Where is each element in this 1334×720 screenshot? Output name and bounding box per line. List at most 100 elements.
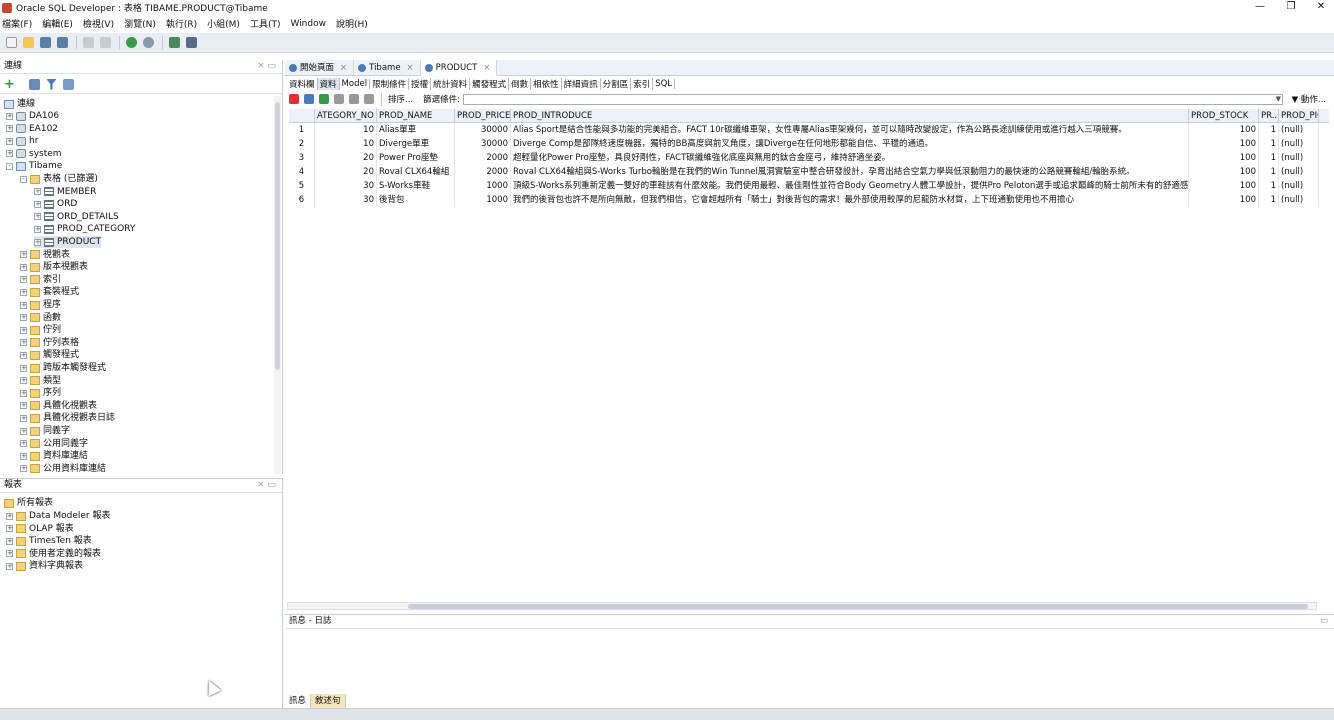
table-cell[interactable]: 100 xyxy=(1189,165,1259,179)
connections-scrollbar[interactable] xyxy=(274,96,281,474)
column-header[interactable]: PROD_STOCK xyxy=(1189,109,1259,123)
panel-close-icon[interactable]: × ▭ xyxy=(257,60,276,73)
collapse-icon[interactable]: - xyxy=(6,162,13,170)
table-cell[interactable]: 3 xyxy=(289,151,315,165)
expand-icon[interactable]: + xyxy=(20,465,27,473)
close-tab-icon[interactable]: × xyxy=(340,60,347,76)
table-cell[interactable]: 2000 xyxy=(455,151,511,165)
table-cell[interactable]: 2000 xyxy=(455,165,511,179)
expand-icon[interactable]: + xyxy=(6,150,13,158)
table-row[interactable]: 2 10 Diverge單車 30000 Diverge Comp是部隊終速度機器，獨特… xyxy=(289,137,1329,151)
expand-icon[interactable]: + xyxy=(20,402,27,410)
table-cell[interactable]: (null) xyxy=(1279,165,1319,179)
tree-item[interactable]: + 索引 xyxy=(20,274,61,286)
table-cell[interactable]: 10 xyxy=(315,123,377,137)
undo-icon[interactable] xyxy=(83,37,94,48)
report-item[interactable]: + TimesTen 報表 xyxy=(6,535,92,547)
expand-icon[interactable]: + xyxy=(6,562,13,570)
table-cell[interactable]: 30 xyxy=(315,193,377,207)
tree-item[interactable]: + DA106 xyxy=(6,110,59,122)
table-cell[interactable]: 100 xyxy=(1189,137,1259,151)
table-cell[interactable]: 100 xyxy=(1189,151,1259,165)
table-cell[interactable]: 1 xyxy=(1259,137,1279,151)
expand-icon[interactable]: + xyxy=(20,351,27,359)
close-button[interactable]: ✕ xyxy=(1306,0,1334,15)
table-cell[interactable]: 1000 xyxy=(455,179,511,193)
subtab[interactable]: 詳細資訊 xyxy=(562,77,601,90)
subtab[interactable]: 資料欄 xyxy=(287,77,318,90)
tree-item[interactable]: + 觸發程式 xyxy=(20,349,79,361)
tree-item[interactable]: + MEMBER xyxy=(34,186,96,198)
open-folder-icon[interactable] xyxy=(23,37,34,48)
table-cell[interactable]: 頂級S-Works系列重新定義一雙好的車鞋該有什麼效能。我們使用最輕、最佳剛性並… xyxy=(511,179,1189,193)
panel-close-icon[interactable]: ▭ xyxy=(1320,615,1328,628)
expand-icon[interactable]: + xyxy=(20,314,27,322)
tree-item[interactable]: + 同義字 xyxy=(20,425,70,437)
expand-icon[interactable]: + xyxy=(6,525,13,533)
tree-item[interactable]: + 具體化視觀表 xyxy=(20,400,97,412)
schema-browser-icon[interactable] xyxy=(62,78,74,90)
save-icon[interactable] xyxy=(40,37,51,48)
subtab[interactable]: 資料 xyxy=(317,77,340,90)
forward-icon[interactable] xyxy=(143,37,154,48)
table-cell[interactable]: 1 xyxy=(1259,151,1279,165)
table-cell[interactable]: 1 xyxy=(1259,165,1279,179)
tree-item[interactable]: + 佇列 xyxy=(20,324,61,336)
menu-item-8[interactable]: 說明(H) xyxy=(336,17,368,30)
expand-icon[interactable]: + xyxy=(20,414,27,422)
expand-icon[interactable]: + xyxy=(34,200,41,208)
expand-icon[interactable]: + xyxy=(20,326,27,334)
tree-item[interactable]: + 資料庫連結 xyxy=(20,450,88,462)
table-cell[interactable]: S-Works車鞋 xyxy=(377,179,455,193)
table-cell[interactable]: 1 xyxy=(1259,193,1279,207)
expand-icon[interactable]: + xyxy=(20,389,27,397)
tree-item[interactable]: + 公用資料庫連結 xyxy=(20,463,106,474)
column-header[interactable]: ATEGORY_NO xyxy=(315,109,377,123)
column-header[interactable]: PROD_PRICE xyxy=(455,109,511,123)
column-header[interactable]: PROD_INTRODUCE xyxy=(511,109,1189,123)
subtab[interactable]: 限制條件 xyxy=(370,77,410,90)
close-tab-icon[interactable]: × xyxy=(483,60,490,76)
column-header[interactable]: PROD_NAME xyxy=(377,109,455,123)
close-tab-icon[interactable]: × xyxy=(407,60,414,76)
menu-item-7[interactable]: Window xyxy=(290,19,326,29)
tree-item[interactable]: + 公用同義字 xyxy=(20,438,88,450)
table-row[interactable]: 4 20 Roval CLX64輪組 2000 Roval CLX64輪組與S-Work… xyxy=(289,165,1329,179)
tree-item[interactable]: - Tibame xyxy=(6,160,62,172)
expand-icon[interactable]: + xyxy=(20,427,27,435)
table-cell[interactable]: 5 xyxy=(289,179,315,193)
expand-icon[interactable]: + xyxy=(20,288,27,296)
log-tab[interactable]: 敘述句 xyxy=(311,694,346,708)
insert-row-icon[interactable] xyxy=(319,94,329,104)
table-row[interactable]: 1 10 Alias單車 30000 Alias Sport是結合性能與多功能的完美組合… xyxy=(289,123,1329,137)
menu-item-4[interactable]: 執行(R) xyxy=(166,17,197,30)
back-icon[interactable] xyxy=(126,37,137,48)
panel-close-icon[interactable]: × ▭ xyxy=(257,479,276,492)
table-cell[interactable]: 6 xyxy=(289,193,315,207)
subtab[interactable]: Model xyxy=(340,78,371,89)
table-cell[interactable]: Power Pro座墊 xyxy=(377,151,455,165)
table-row[interactable]: 5 30 S-Works車鞋 1000 頂級S-Works系列重新定義一雙好的車鞋該有什… xyxy=(289,179,1329,193)
column-header[interactable]: PR... xyxy=(1259,109,1279,123)
table-cell[interactable]: 100 xyxy=(1189,193,1259,207)
table-cell[interactable]: 1 xyxy=(289,123,315,137)
redo-icon[interactable] xyxy=(100,37,111,48)
tree-item[interactable]: + hr xyxy=(6,135,38,147)
rollback-icon[interactable] xyxy=(364,94,374,104)
expand-icon[interactable]: + xyxy=(20,251,27,259)
table-cell[interactable]: 超輕量化Power Pro座墊，具良好剛性，FACT碳纖維強化底座與無用的鈦合金… xyxy=(511,151,1189,165)
expand-icon[interactable]: + xyxy=(34,188,41,196)
doc-tab[interactable]: PRODUCT × xyxy=(420,60,498,76)
expand-icon[interactable]: + xyxy=(20,263,27,271)
tree-item[interactable]: + 套裝程式 xyxy=(20,286,79,298)
sql-worksheet-icon[interactable] xyxy=(169,37,180,48)
save-all-icon[interactable] xyxy=(57,37,68,48)
table-cell[interactable]: Diverge Comp是部隊終速度機器，獨特的BB高度與前叉角度，讓Diver… xyxy=(511,137,1189,151)
subtab[interactable]: 倒數 xyxy=(509,77,532,90)
table-cell[interactable]: 2 xyxy=(289,137,315,151)
filter-icon[interactable] xyxy=(45,78,57,90)
expand-icon[interactable]: + xyxy=(20,452,27,460)
expand-icon[interactable]: + xyxy=(34,225,41,233)
expand-icon[interactable]: + xyxy=(6,112,13,120)
tree-item[interactable]: + 具體化視觀表日誌 xyxy=(20,412,115,424)
